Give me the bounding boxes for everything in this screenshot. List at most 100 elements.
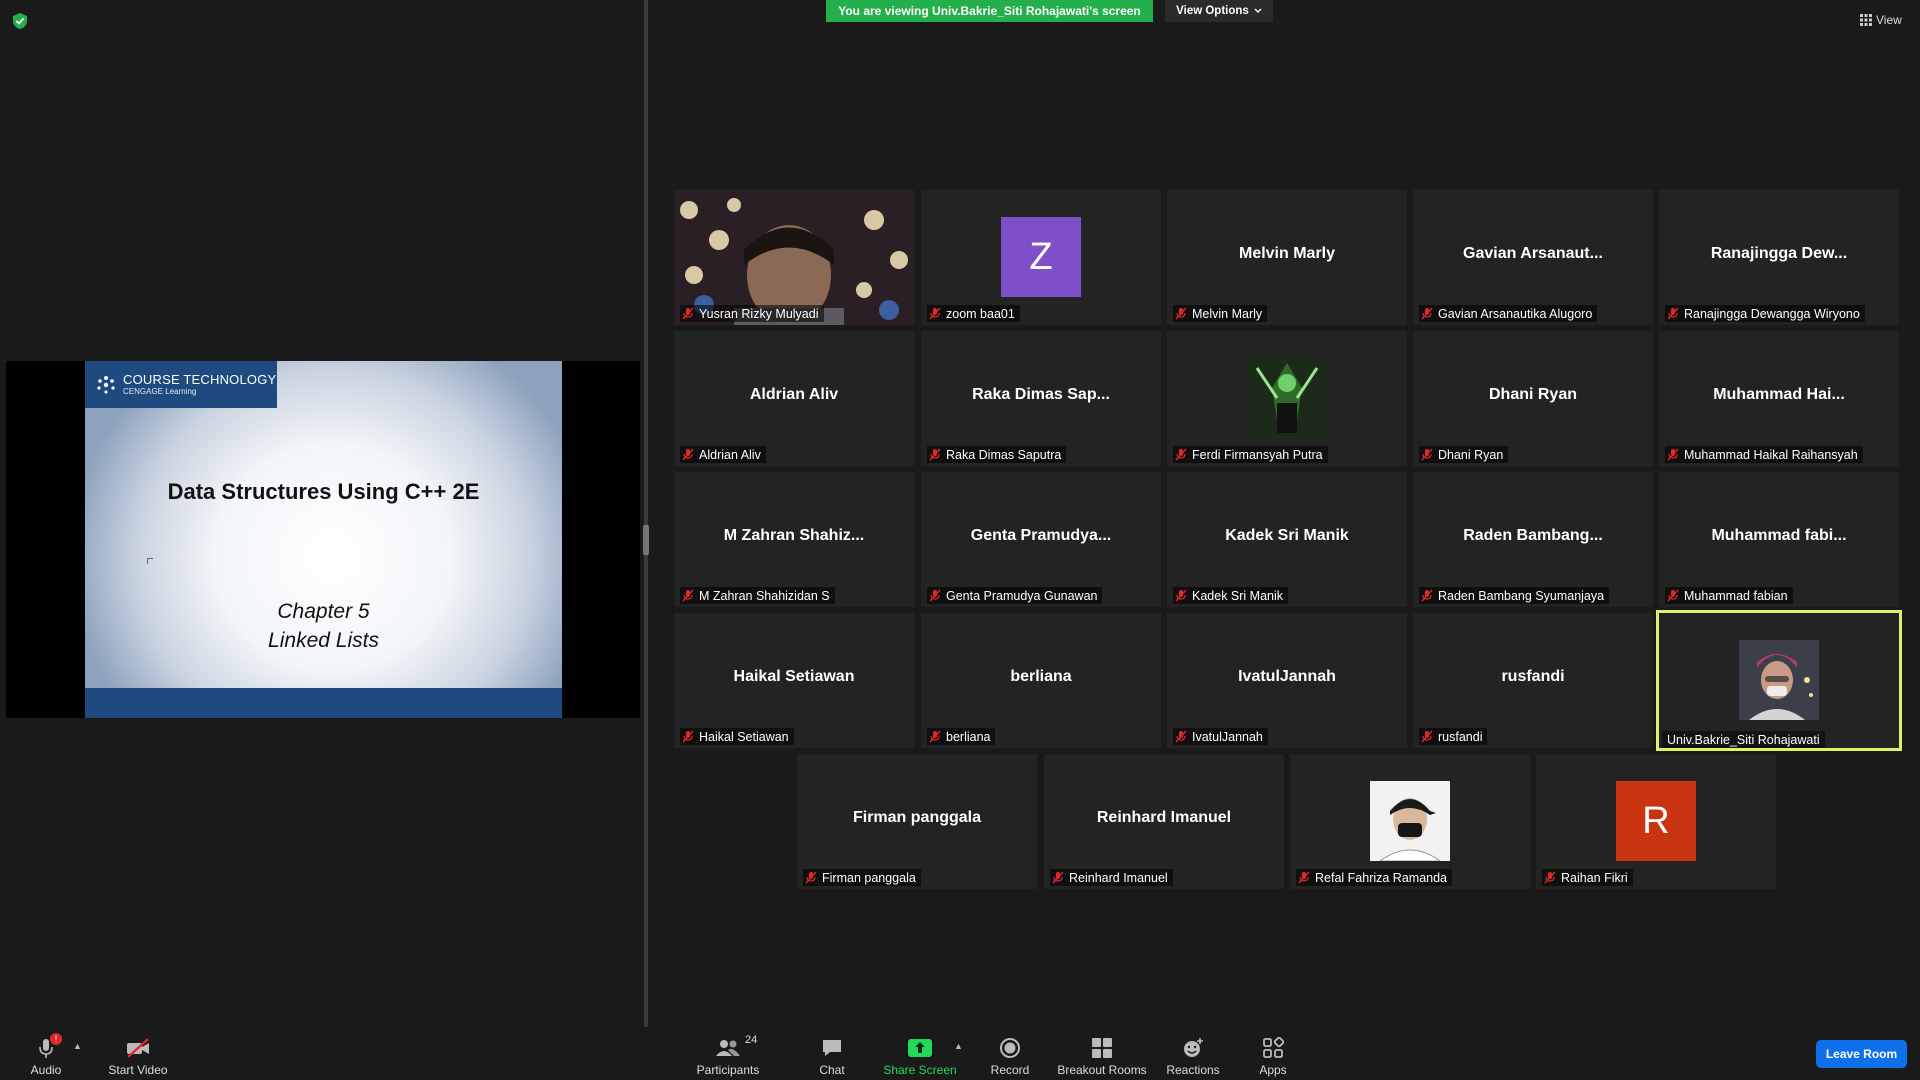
muted-mic-icon [1175, 307, 1187, 319]
leave-room-button[interactable]: Leave Room [1816, 1040, 1907, 1068]
participant-name-label: Raihan Fikri [1542, 869, 1633, 886]
grid-icon [1860, 14, 1872, 26]
participant-tile[interactable]: Ferdi Firmansyah Putra [1167, 331, 1407, 466]
participant-display-name: Melvin Marly [1238, 245, 1336, 262]
divider-drag-handle[interactable] [643, 525, 649, 555]
shared-screen-pane[interactable]: COURSE TECHNOLOGY CENGAGE Learning Data … [0, 0, 642, 1027]
participant-name-label: Ranajingga Dewangga Wiryono [1665, 305, 1865, 322]
participant-name: Melvin Marly [1192, 306, 1263, 321]
participant-tile[interactable]: Ranajingga Dew... Ranajingga Dewangga Wi… [1659, 190, 1899, 325]
share-screen-icon [908, 1039, 932, 1057]
participant-name-label: Gavian Arsanautika Alugoro [1419, 305, 1598, 322]
participant-tile[interactable]: Raden Bambang... Raden Bambang Syumanjay… [1413, 472, 1653, 607]
muted-mic-icon [1421, 448, 1433, 460]
muted-mic-icon [1421, 589, 1433, 601]
participant-name-label: Ferdi Firmansyah Putra [1173, 446, 1328, 463]
participant-name-label: Muhammad Haikal Raihansyah [1665, 446, 1863, 463]
start-video-label: Start Video [108, 1063, 168, 1077]
apps-button[interactable]: Apps [1254, 1032, 1292, 1077]
muted-mic-icon [1421, 730, 1433, 742]
audio-options-caret-icon[interactable]: ▲ [73, 1041, 82, 1051]
record-button[interactable]: Record [989, 1032, 1031, 1077]
participant-name: M Zahran Shahizidan S [699, 588, 830, 603]
share-options-caret-icon[interactable]: ▲ [954, 1041, 963, 1051]
participant-display-name: Haikal Setiawan [733, 668, 855, 685]
participant-tile[interactable]: Raka Dimas Sap... Raka Dimas Saputra [921, 331, 1161, 466]
participant-name: Ranajingga Dewangga Wiryono [1684, 306, 1860, 321]
participant-name-label: Melvin Marly [1173, 305, 1268, 322]
participant-tile[interactable]: Yusran Rizky Mulyadi [674, 190, 914, 325]
slide-chapter: Chapter 5 [277, 600, 370, 623]
slide-footer-bar [85, 688, 562, 718]
participant-name-label: Refal Fahriza Ramanda [1296, 869, 1453, 886]
participant-name: Haikal Setiawan [699, 729, 789, 744]
participant-tile[interactable]: Kadek Sri Manik Kadek Sri Manik [1167, 472, 1407, 607]
participant-name: Refal Fahriza Ramanda [1315, 870, 1448, 885]
participant-display-name: Dhani Ryan [1488, 386, 1577, 403]
chevron-down-icon [1254, 8, 1262, 13]
chat-button[interactable]: Chat [812, 1032, 852, 1077]
muted-mic-icon [929, 730, 941, 742]
participant-tile[interactable]: Melvin Marly Melvin Marly [1167, 190, 1407, 325]
participant-tile[interactable]: M Zahran Shahiz... M Zahran Shahizidan S [674, 472, 914, 607]
participant-tile[interactable]: R Raihan Fikri [1536, 754, 1776, 889]
muted-mic-icon [929, 589, 941, 601]
record-icon [1000, 1038, 1020, 1058]
view-layout-button[interactable]: View [1860, 11, 1902, 29]
shield-icon[interactable] [12, 12, 28, 30]
reactions-label: Reactions [1166, 1063, 1220, 1077]
remote-cursor-icon [147, 558, 153, 564]
pane-divider[interactable] [644, 0, 648, 1027]
reactions-button[interactable]: Reactions [1165, 1032, 1221, 1077]
viewing-screen-banner: You are viewing Univ.Bakrie_Siti Rohajaw… [826, 0, 1153, 22]
muted-mic-icon [1421, 307, 1433, 319]
participant-display-name: berliana [1010, 668, 1072, 685]
participant-tile[interactable]: Refal Fahriza Ramanda [1290, 754, 1530, 889]
participant-tile[interactable]: rusfandi rusfandi [1413, 613, 1653, 748]
chat-icon [823, 1040, 841, 1056]
participant-name: Univ.Bakrie_Siti Rohajawati [1667, 732, 1820, 747]
participant-name: rusfandi [1438, 729, 1483, 744]
participant-tile[interactable]: Gavian Arsanaut... Gavian Arsanautika Al… [1413, 190, 1653, 325]
participant-tile[interactable]: Muhammad fabi... Muhammad fabian [1659, 472, 1899, 607]
audio-button[interactable]: ! Audio [26, 1032, 66, 1077]
active-speaker-tile[interactable]: Univ.Bakrie_Siti Rohajawati [1656, 610, 1902, 751]
participant-name: Dhani Ryan [1438, 447, 1504, 462]
muted-mic-icon [929, 448, 941, 460]
avatar: R [1616, 781, 1696, 861]
participant-tile[interactable]: Aldrian Aliv Aldrian Aliv [674, 331, 914, 466]
participant-tile[interactable]: Firman panggala Firman panggala [797, 754, 1037, 889]
participant-name: Yusran Rizky Mulyadi [699, 306, 819, 321]
avatar [1739, 640, 1819, 720]
participant-display-name: Aldrian Aliv [749, 386, 839, 403]
participant-name: Kadek Sri Manik [1192, 588, 1284, 603]
slide-subtitle: Linked Lists [268, 629, 379, 652]
participant-name: Genta Pramudya Gunawan [946, 588, 1098, 603]
muted-mic-icon [1544, 871, 1556, 883]
record-label: Record [990, 1063, 1030, 1077]
participant-display-name: Muhammad fabi... [1711, 527, 1847, 544]
participant-tile[interactable]: IvatulJannah IvatulJannah [1167, 613, 1407, 748]
muted-mic-icon [805, 871, 817, 883]
slide-title: Data Structures Using C++ 2E [167, 479, 480, 504]
participant-tile[interactable]: Dhani Ryan Dhani Ryan [1413, 331, 1653, 466]
participant-tile[interactable]: berliana berliana [921, 613, 1161, 748]
breakout-rooms-button[interactable]: Breakout Rooms [1057, 1032, 1147, 1077]
participant-name-label: Genta Pramudya Gunawan [927, 587, 1103, 604]
view-options-label: View Options [1176, 5, 1249, 17]
participant-tile[interactable]: Z zoom baa01 [921, 190, 1161, 325]
participant-name-label: Dhani Ryan [1419, 446, 1509, 463]
participants-label: Participants [696, 1063, 760, 1077]
share-screen-button[interactable]: Share Screen [883, 1032, 957, 1077]
video-off-icon [127, 1038, 149, 1058]
participant-display-name: M Zahran Shahiz... [723, 527, 865, 544]
participant-tile[interactable]: Reinhard Imanuel Reinhard Imanuel [1044, 754, 1284, 889]
participant-display-name: Gavian Arsanaut... [1463, 245, 1603, 262]
participant-tile[interactable]: Muhammad Hai... Muhammad Haikal Raihansy… [1659, 331, 1899, 466]
breakout-rooms-label: Breakout Rooms [1057, 1063, 1147, 1077]
participant-tile[interactable]: Genta Pramudya... Genta Pramudya Gunawan [921, 472, 1161, 607]
participant-tile[interactable]: Haikal Setiawan Haikal Setiawan [674, 613, 914, 748]
view-options-button[interactable]: View Options [1165, 0, 1273, 22]
start-video-button[interactable]: Start Video [106, 1032, 170, 1077]
participants-button[interactable]: 24 Participants [695, 1032, 761, 1077]
